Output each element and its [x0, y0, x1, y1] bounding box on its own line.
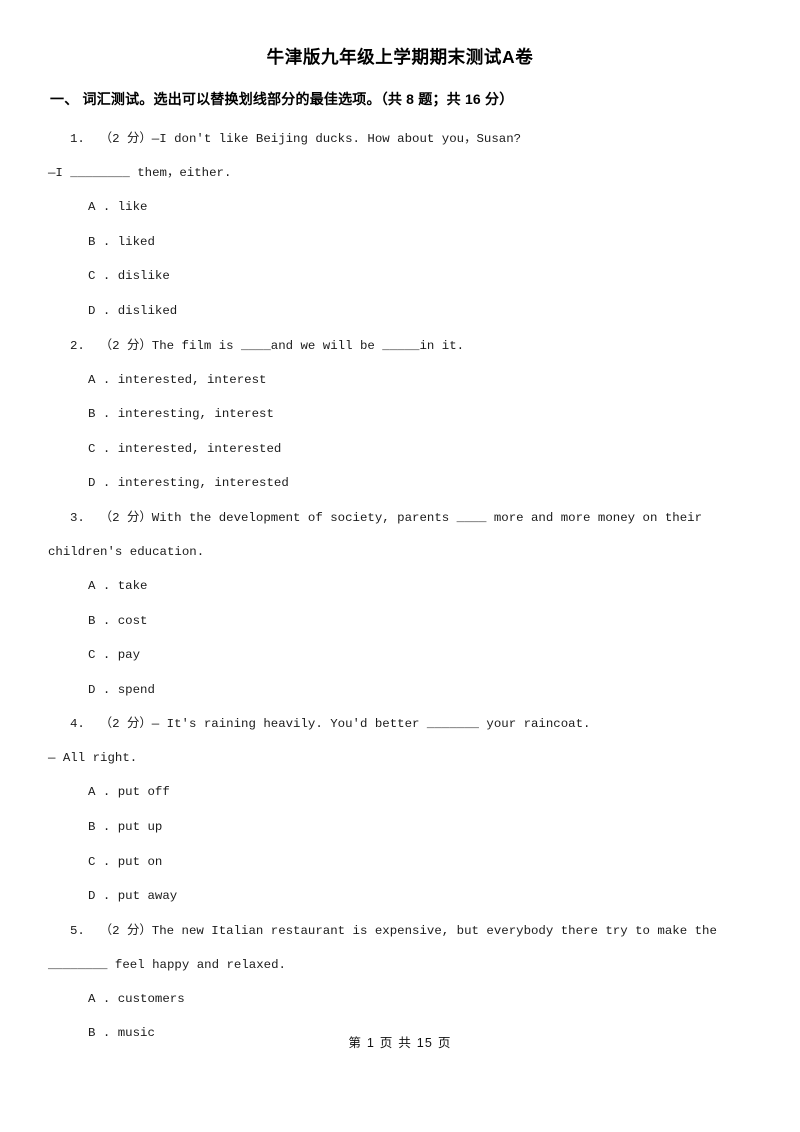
document-page: 牛津版九年级上学期期末测试A卷 一、 词汇测试。选出可以替换划线部分的最佳选项。… [0, 0, 800, 1132]
question-4-option-c[interactable]: C . put on [48, 845, 752, 880]
question-2-option-b[interactable]: B . interesting, interest [48, 397, 752, 432]
question-1-option-a[interactable]: A . like [48, 190, 752, 225]
question-3-stem-line-2: children's education. [48, 544, 205, 559]
page-title: 牛津版九年级上学期期末测试A卷 [266, 47, 534, 67]
question-2-stem-line-1: 2. （2 分）The film is ____and we will be _… [70, 338, 465, 353]
question-1: 1. （2 分）—I don't like Beijing ducks. How… [48, 108, 752, 328]
section-heading: 一、 词汇测试。选出可以替换划线部分的最佳选项。（共 8 题；共 16 分） [50, 91, 514, 107]
question-3-option-c[interactable]: C . pay [48, 638, 752, 673]
question-1-stem-line-2: —I ________ them，either. [48, 166, 232, 181]
question-3-option-d[interactable]: D . spend [48, 673, 752, 708]
question-1-option-b[interactable]: B . liked [48, 225, 752, 260]
question-5: 5. （2 分）The new Italian restaurant is ex… [48, 914, 752, 1051]
question-3: 3. （2 分）With the development of society,… [48, 501, 752, 707]
question-4: 4. （2 分）— It's raining heavily. You'd be… [48, 707, 752, 913]
question-5-stem-line-2: ________ feel happy and relaxed. [48, 957, 286, 972]
question-4-stem-line-2: — All right. [48, 751, 138, 766]
question-2-option-c[interactable]: C . interested, interested [48, 432, 752, 467]
question-2-option-d[interactable]: D . interesting, interested [48, 466, 752, 501]
question-1-stem-line-1: 1. （2 分）—I don't like Beijing ducks. How… [70, 132, 522, 147]
question-4-stem-line-1: 4. （2 分）— It's raining heavily. You'd be… [70, 717, 591, 732]
question-3-stem-line-1: 3. （2 分）With the development of society,… [70, 510, 703, 525]
question-5-stem-line-1: 5. （2 分）The new Italian restaurant is ex… [70, 923, 717, 938]
question-4-option-a[interactable]: A . put off [48, 775, 752, 810]
question-2: 2. （2 分）The film is ____and we will be _… [48, 329, 752, 501]
question-1-option-d[interactable]: D . disliked [48, 294, 752, 329]
question-3-option-b[interactable]: B . cost [48, 604, 752, 639]
page-footer: 第 1 页 共 15 页 [348, 1036, 452, 1050]
question-3-option-a[interactable]: A . take [48, 569, 752, 604]
question-1-option-c[interactable]: C . dislike [48, 259, 752, 294]
question-4-option-d[interactable]: D . put away [48, 879, 752, 914]
question-5-option-a[interactable]: A . customers [48, 982, 752, 1017]
question-2-option-a[interactable]: A . interested, interest [48, 363, 752, 398]
question-4-option-b[interactable]: B . put up [48, 810, 752, 845]
